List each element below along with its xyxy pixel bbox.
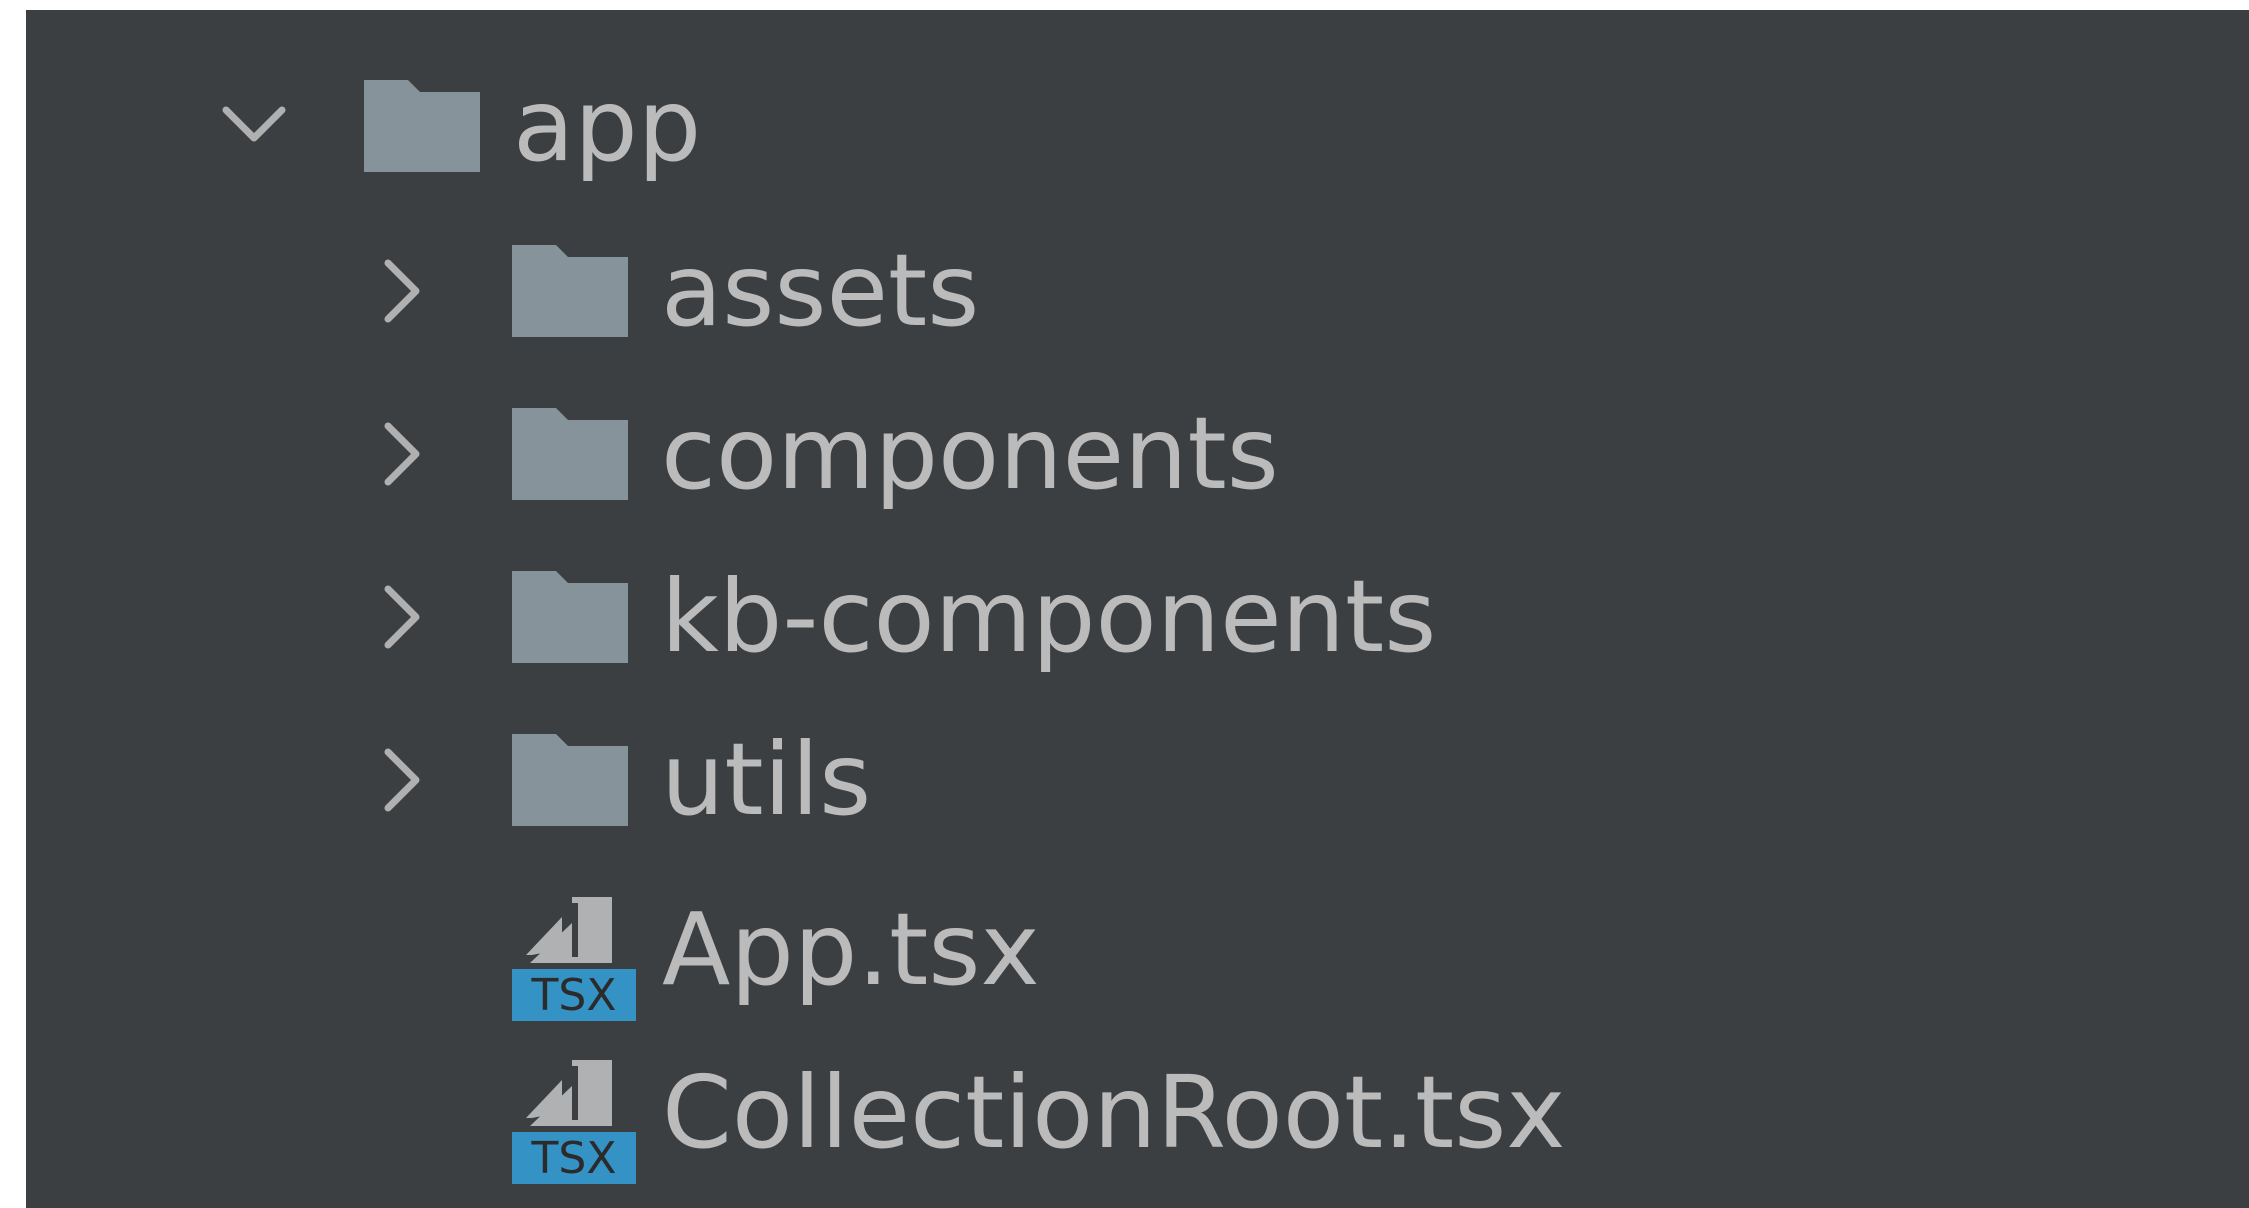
tree-row-collectionroot-tsx[interactable]: TSX CollectionRoot.tsx	[512, 1033, 1565, 1193]
tree-item-label: App.tsx	[662, 891, 1040, 1008]
tree-row-kb-components[interactable]: kb-components	[364, 537, 1436, 697]
tsx-badge-text: TSX	[531, 1133, 617, 1184]
chevron-right-icon[interactable]	[364, 253, 440, 329]
chevron-right-icon[interactable]	[364, 579, 440, 655]
chevron-down-icon[interactable]	[216, 88, 292, 164]
chevron-right-icon[interactable]	[364, 742, 440, 818]
folder-icon	[512, 408, 628, 500]
tsx-file-icon: TSX	[512, 897, 636, 1021]
tree-item-label: CollectionRoot.tsx	[662, 1054, 1566, 1171]
tree-row-utils[interactable]: utils	[364, 700, 871, 860]
folder-icon	[512, 734, 628, 826]
tree-item-label: utils	[661, 721, 872, 838]
project-tree-panel: app assets components kb-components util…	[26, 10, 2249, 1208]
tree-row-components[interactable]: components	[364, 374, 1279, 534]
tree-row-app[interactable]: app	[216, 46, 701, 206]
tsx-badge-text: TSX	[531, 970, 617, 1021]
tree-item-label: app	[513, 67, 702, 184]
tree-item-label: kb-components	[661, 558, 1437, 675]
tsx-file-icon: TSX	[512, 1060, 636, 1184]
tree-row-app-tsx[interactable]: TSX App.tsx	[512, 870, 1040, 1030]
folder-icon	[512, 245, 628, 337]
chevron-right-icon[interactable]	[364, 416, 440, 492]
tree-item-label: components	[661, 395, 1279, 512]
folder-icon	[512, 571, 628, 663]
tree-row-assets[interactable]: assets	[364, 211, 979, 371]
tree-item-label: assets	[661, 232, 980, 349]
folder-icon	[364, 80, 480, 172]
